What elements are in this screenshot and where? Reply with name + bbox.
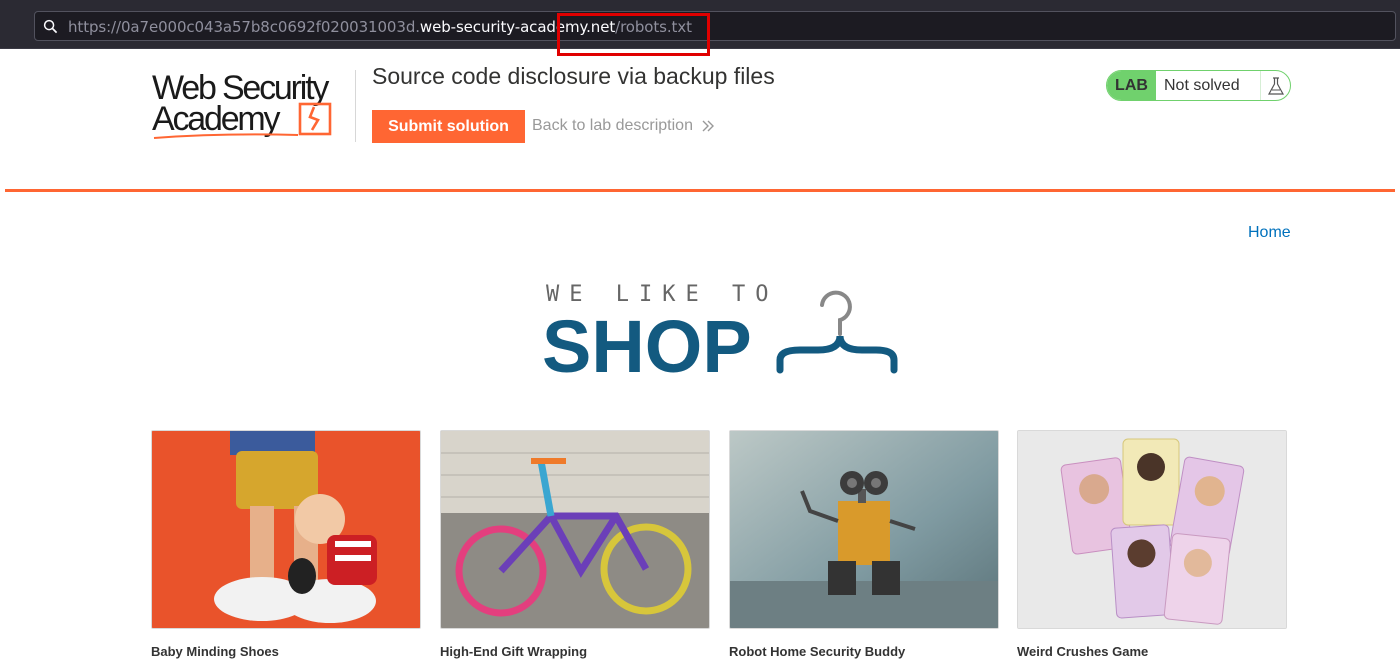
lab-badge: LAB [1107,71,1156,100]
banner-shop-word: SHOP [542,305,752,380]
home-link[interactable]: Home [1248,224,1291,242]
back-to-lab-link[interactable]: Back to lab description [532,117,693,135]
hanger-icon [776,290,898,374]
address-bar[interactable]: https://0a7e000c043a57b8c0692f020031003d… [34,11,1396,41]
url-prefix: https://0a7e000c043a57b8c0692f020031003d… [68,18,420,36]
product-card[interactable]: Robot Home Security Buddy [729,430,999,659]
academy-header: Web Security Academy Source code disclos… [0,48,1400,191]
product-name[interactable]: Robot Home Security Buddy [729,644,999,659]
product-image[interactable] [729,430,999,629]
lab-title: Source code disclosure via backup files [372,63,775,89]
search-icon [43,19,58,34]
product-image[interactable] [1017,430,1287,629]
product-image[interactable] [440,430,710,629]
product-name[interactable]: High-End Gift Wrapping [440,644,710,659]
lab-status-widget: LAB Not solved [1106,70,1291,101]
product-card[interactable]: High-End Gift Wrapping [440,430,710,659]
we-like-to-shop-banner: WE LIKE TO SHOP [542,282,898,380]
web-security-academy-logo[interactable]: Web Security Academy [152,68,357,144]
logo-divider [355,70,356,142]
flask-icon [1267,76,1284,95]
logo-line2: Academy [152,100,281,138]
product-card[interactable]: Weird Crushes Game [1017,430,1287,659]
submit-solution-button[interactable]: Submit solution [372,110,525,143]
banner-tagline: WE LIKE TO [546,282,778,307]
header-divider [5,189,1395,192]
product-name[interactable]: Weird Crushes Game [1017,644,1287,659]
lab-flask-cell [1260,71,1290,100]
product-card[interactable]: Baby Minding Shoes [151,430,421,659]
lab-status-text: Not solved [1164,76,1240,94]
double-chevron-right-icon [702,120,714,132]
product-image[interactable] [151,430,421,629]
product-name[interactable]: Baby Minding Shoes [151,644,421,659]
